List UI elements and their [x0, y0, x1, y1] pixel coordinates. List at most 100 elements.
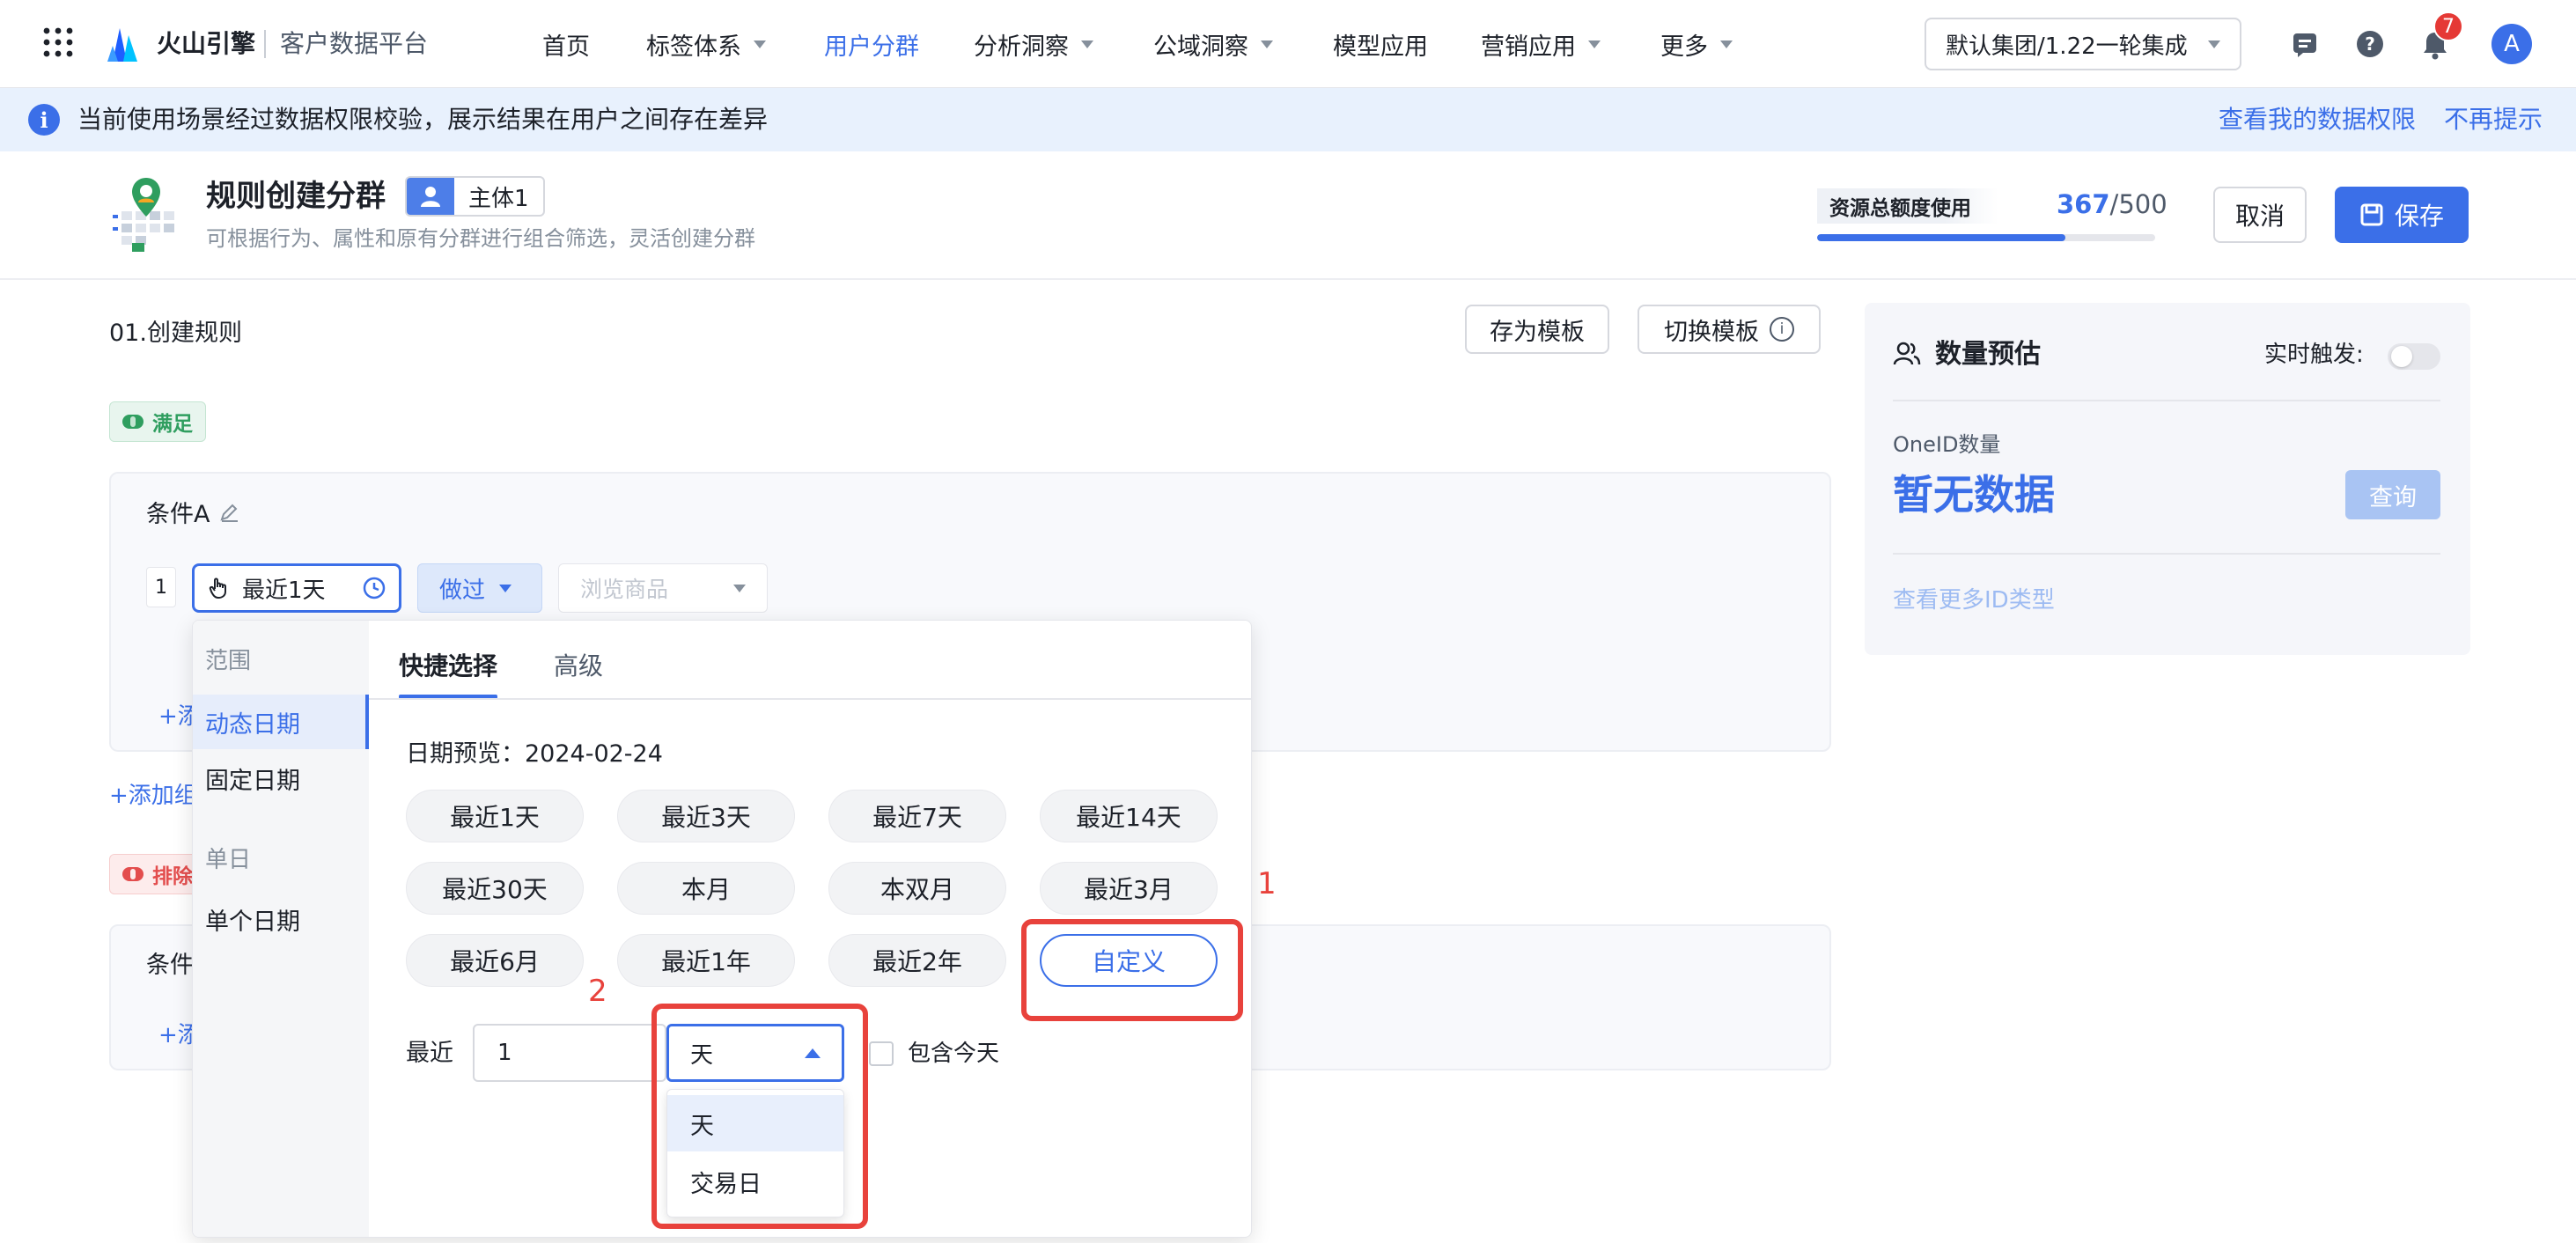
- nav-item-analysis[interactable]: 分析洞察: [974, 0, 1093, 88]
- highlight-box-unit: [651, 1004, 868, 1229]
- group-select[interactable]: 默认集团/1.22一轮集成: [1925, 18, 2241, 70]
- switch-template-button[interactable]: 切换模板 i: [1638, 305, 1821, 354]
- chevron-down-icon: [754, 40, 766, 48]
- sidebar-group-range: 范围: [205, 648, 252, 674]
- help-icon[interactable]: ?: [2356, 30, 2384, 58]
- more-id-types-link[interactable]: 查看更多ID类型: [1893, 585, 2055, 616]
- nav-label: 模型应用: [1333, 33, 1428, 61]
- nav-item-tags[interactable]: 标签体系: [646, 0, 766, 88]
- quick-option[interactable]: 本双月: [828, 862, 1006, 915]
- event-select[interactable]: 浏览商品: [558, 563, 768, 613]
- quick-option[interactable]: 最近2年: [828, 934, 1006, 987]
- top-navigation: 火山引擎 客户数据平台 首页 标签体系 用户分群 分析洞察 公域洞察 模型应用 …: [0, 0, 2576, 88]
- nav-item-segments[interactable]: 用户分群: [824, 0, 919, 88]
- satisfy-label: 满足: [152, 413, 193, 436]
- message-icon[interactable]: [2291, 30, 2319, 58]
- app-grid-icon[interactable]: [42, 26, 74, 58]
- quick-option[interactable]: 最近6月: [406, 934, 584, 987]
- sidebar-item-fixed-date[interactable]: 固定日期: [193, 751, 369, 805]
- sidebar-item-label: 单个日期: [205, 908, 300, 936]
- brand-divider: [264, 30, 266, 58]
- brand-name[interactable]: 火山引擎: [157, 26, 255, 62]
- sidebar-item-single-date[interactable]: 单个日期: [193, 892, 369, 946]
- realtime-toggle[interactable]: [2388, 343, 2440, 370]
- nav-label: 公域洞察: [1153, 33, 1248, 61]
- chevron-down-icon: [1261, 40, 1273, 48]
- include-today-label: 包含今天: [908, 1041, 1000, 1067]
- recent-count-input[interactable]: 1: [473, 1024, 666, 1082]
- time-range-chip[interactable]: 最近1天: [192, 563, 401, 613]
- did-select-value: 做过: [439, 577, 486, 604]
- users-icon: [1893, 340, 1921, 368]
- nav-item-marketing[interactable]: 营销应用: [1481, 0, 1601, 88]
- nav-item-home[interactable]: 首页: [542, 0, 590, 88]
- view-permissions-link[interactable]: 查看我的数据权限: [2219, 102, 2416, 137]
- sidebar-item-dynamic-date[interactable]: 动态日期: [193, 695, 369, 749]
- exclude-label: 排除: [152, 865, 193, 888]
- page-subtitle: 可根据行为、属性和原有分群进行组合筛选，灵活创建分群: [206, 226, 755, 251]
- nav-item-public-insight[interactable]: 公域洞察: [1153, 0, 1273, 88]
- nav-label: 用户分群: [824, 33, 919, 61]
- row-index: 1: [146, 567, 176, 607]
- info-icon: i: [28, 104, 60, 136]
- realtime-label: 实时触发:: [2264, 342, 2364, 368]
- add-group-link[interactable]: +添加组: [109, 780, 197, 812]
- condition-a-label: 条件A: [146, 501, 210, 528]
- estimate-title: 数量预估: [1935, 339, 2041, 370]
- nav-item-models[interactable]: 模型应用: [1333, 0, 1428, 88]
- tabs-divider: [369, 698, 1251, 700]
- save-template-button[interactable]: 存为模板: [1465, 305, 1609, 354]
- chevron-down-icon: [499, 584, 512, 592]
- tab-quick-select[interactable]: 快捷选择: [399, 647, 497, 686]
- date-preview: 日期预览：2024-02-24: [406, 740, 663, 768]
- quick-option[interactable]: 最近1天: [406, 790, 584, 842]
- quick-option[interactable]: 最近3天: [617, 790, 795, 842]
- chevron-down-icon: [1081, 40, 1093, 48]
- estimate-divider-2: [1893, 553, 2440, 555]
- user-icon: [407, 178, 454, 215]
- satisfy-icon: [122, 415, 144, 429]
- event-select-placeholder: 浏览商品: [580, 577, 669, 602]
- nav-label: 首页: [542, 33, 590, 61]
- edit-icon[interactable]: [218, 502, 239, 523]
- include-today-checkbox[interactable]: [869, 1041, 894, 1066]
- chevron-down-icon: [1720, 40, 1733, 48]
- info-circle-icon: i: [1770, 317, 1794, 342]
- quota-progress-bar: [1817, 234, 2155, 241]
- did-select[interactable]: 做过: [417, 563, 542, 613]
- subject-tag[interactable]: 主体1: [405, 176, 545, 217]
- quota-value: 367/500: [2057, 187, 2168, 222]
- chevron-down-icon: [1588, 40, 1601, 48]
- condition-a-header: 条件A: [146, 495, 239, 529]
- query-button[interactable]: 查询: [2345, 470, 2440, 519]
- quota-used: 367: [2057, 189, 2110, 219]
- quota-progress-fill: [1817, 234, 2065, 241]
- page-title: 规则创建分群: [206, 179, 386, 214]
- section-title: 01.创建规则: [109, 320, 242, 347]
- quick-option[interactable]: 最近14天: [1040, 790, 1218, 842]
- dismiss-link[interactable]: 不再提示: [2444, 102, 2543, 137]
- sidebar-item-label: 动态日期: [205, 710, 300, 739]
- quick-option[interactable]: 最近3月: [1040, 862, 1218, 915]
- quick-option[interactable]: 本月: [617, 862, 795, 915]
- oneid-value: 暂无数据: [1893, 471, 2055, 519]
- avatar[interactable]: A: [2491, 24, 2532, 64]
- quick-option[interactable]: 最近7天: [828, 790, 1006, 842]
- sidebar-group-single: 单日: [205, 847, 252, 873]
- nav-label: 营销应用: [1481, 33, 1576, 61]
- toggle-knob: [2391, 346, 2412, 367]
- save-button[interactable]: 保存: [2335, 187, 2469, 243]
- banner-message: 当前使用场景经过数据权限校验，展示结果在用户之间存在差异: [77, 105, 769, 134]
- switch-template-label: 切换模板: [1664, 318, 1759, 346]
- cancel-button[interactable]: 取消: [2213, 187, 2307, 243]
- quick-option[interactable]: 最近30天: [406, 862, 584, 915]
- quick-option[interactable]: 最近1年: [617, 934, 795, 987]
- nav-item-more[interactable]: 更多: [1660, 0, 1733, 88]
- oneid-label: OneID数量: [1893, 432, 2001, 457]
- recent-label: 最近: [406, 1040, 453, 1067]
- nav-label: 标签体系: [646, 33, 741, 61]
- header-divider: [0, 278, 2576, 280]
- tab-advanced[interactable]: 高级: [554, 647, 603, 686]
- quota-total: /500: [2109, 189, 2168, 219]
- condition-b-label: 条件: [146, 952, 194, 979]
